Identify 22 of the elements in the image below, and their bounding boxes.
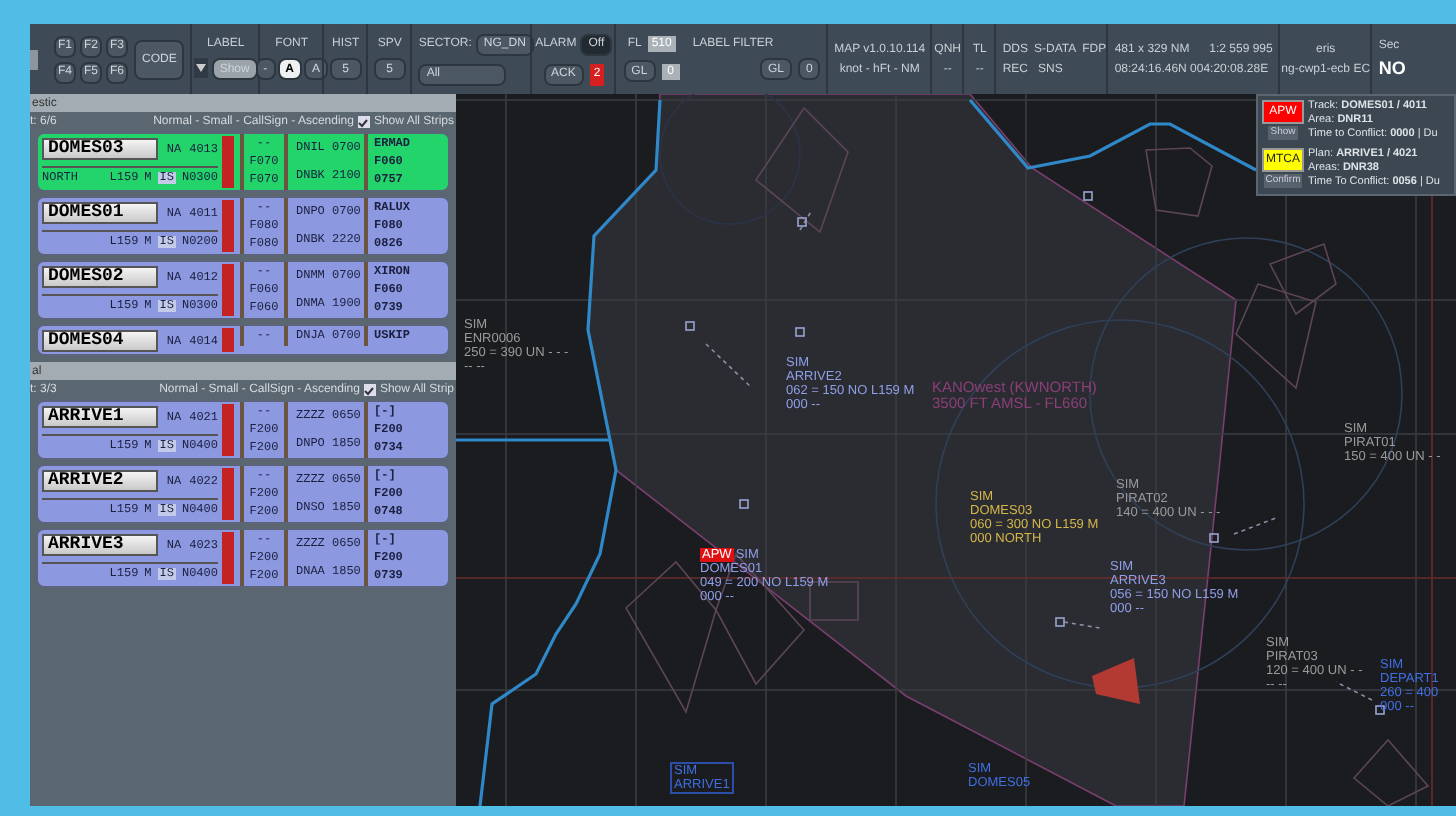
callsign-button[interactable]: DOMES02 — [42, 266, 159, 288]
restricted-sector — [1092, 658, 1140, 704]
callsign-button[interactable]: DOMES03 — [42, 138, 159, 160]
strip-marker — [222, 136, 234, 188]
sector-status-value: NO — [1378, 60, 1405, 78]
strip-marker — [222, 468, 234, 520]
strip-marker — [222, 532, 234, 584]
callsign-button[interactable]: ARRIVE1 — [42, 406, 159, 428]
strip-marker — [222, 264, 234, 316]
caret-button[interactable] — [193, 58, 208, 78]
callsign-button[interactable]: ARRIVE2 — [42, 470, 159, 492]
radar-map[interactable] — [456, 94, 1456, 806]
caret-icon — [195, 64, 206, 72]
strip-marker — [222, 328, 234, 352]
callsign-button[interactable]: DOMES01 — [42, 202, 159, 224]
strip-marker — [222, 200, 234, 252]
checkbox[interactable] — [357, 116, 370, 128]
callsign-button[interactable]: DOMES04 — [42, 330, 159, 352]
strip-marker — [222, 404, 234, 456]
callsign-button[interactable]: ARRIVE3 — [42, 534, 159, 556]
range-ring — [659, 94, 801, 225]
checkbox[interactable] — [363, 384, 376, 396]
